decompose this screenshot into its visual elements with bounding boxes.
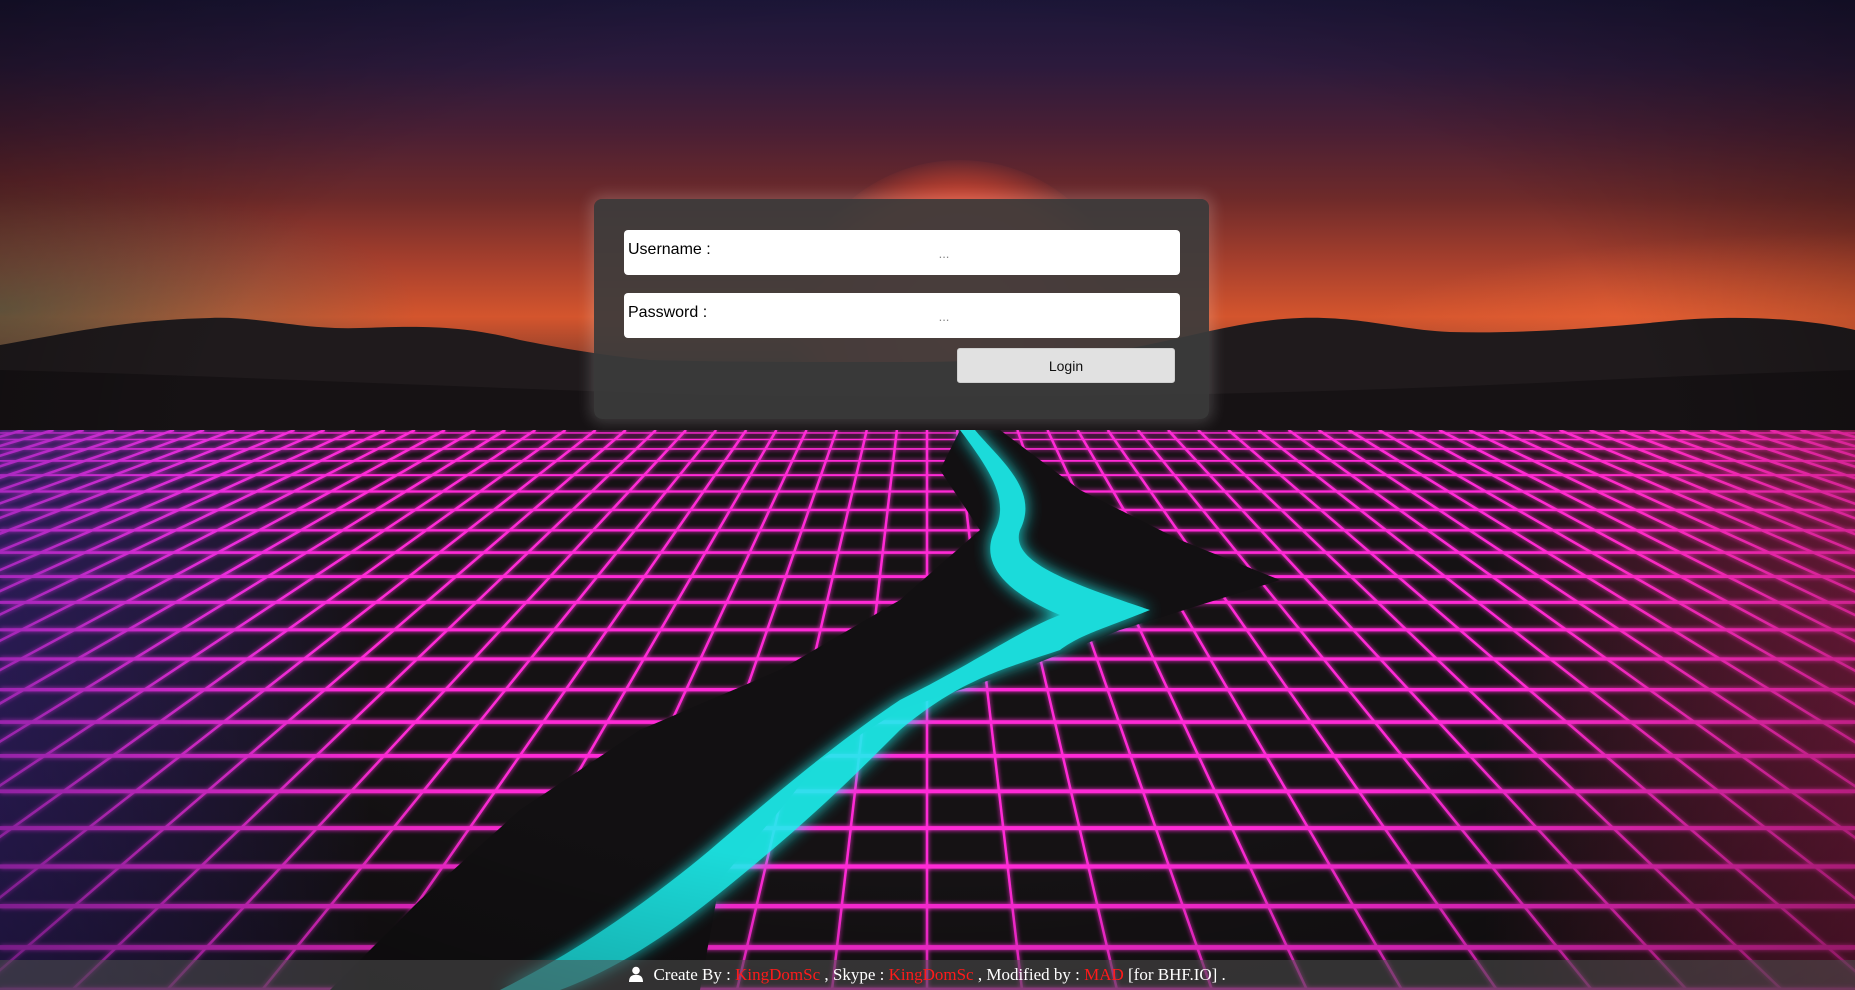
neon-grid: [0, 430, 1855, 990]
login-panel: Username : Password : Login: [594, 199, 1209, 419]
footer-suffix: [for BHF.IO] .: [1128, 965, 1226, 984]
user-icon: [629, 966, 644, 982]
username-label: Username :: [628, 241, 711, 258]
username-input[interactable]: [714, 238, 1174, 268]
modifier-name: MAD: [1084, 965, 1124, 984]
login-button[interactable]: Login: [957, 348, 1175, 383]
skype-label: , Skype :: [824, 965, 885, 984]
footer-credits: Create By : KingDomSc , Skype : KingDomS…: [0, 960, 1855, 990]
modified-by-label: , Modified by :: [977, 965, 1080, 984]
password-field[interactable]: Password :: [624, 293, 1180, 338]
background-scene: [0, 0, 1855, 990]
create-by-label: Create By :: [653, 965, 731, 984]
password-input[interactable]: [714, 301, 1174, 331]
username-field[interactable]: Username :: [624, 230, 1180, 275]
creator-name: KingDomSc: [735, 965, 821, 984]
skype-name: KingDomSc: [888, 965, 974, 984]
password-label: Password :: [628, 304, 708, 321]
